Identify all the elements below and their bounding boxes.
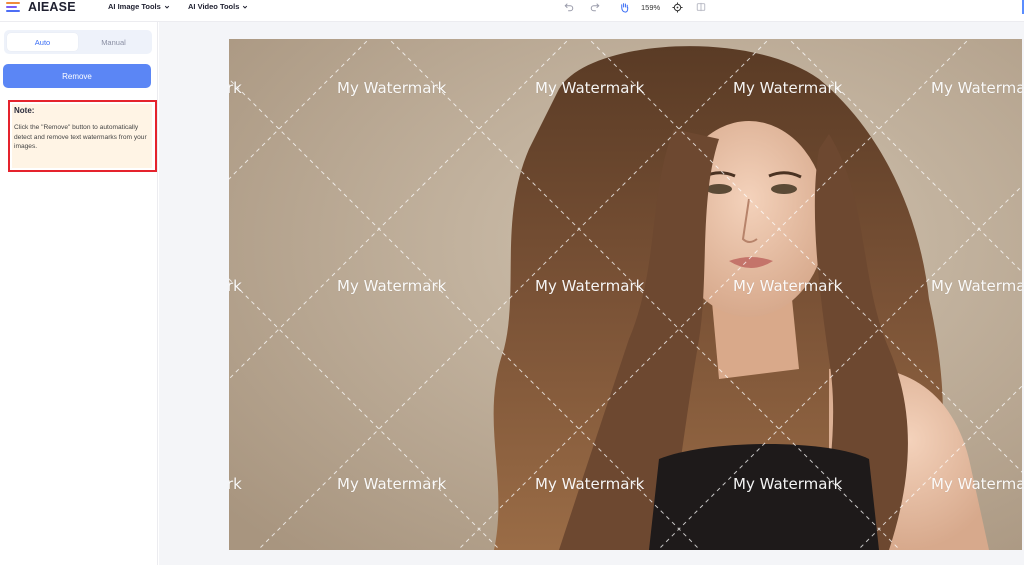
watermark-text: rk (229, 277, 242, 295)
watermark-text: My Watermark (535, 79, 645, 97)
nav-label: AI Image Tools (108, 2, 161, 11)
watermark-text: My Watermark (733, 475, 843, 493)
hand-pan-button[interactable] (618, 1, 630, 13)
top-bar: AIEASE AI Image Tools AI Video Tools 159… (0, 0, 1024, 22)
chevron-down-icon (243, 5, 248, 9)
tab-manual[interactable]: Manual (78, 33, 149, 51)
watermark-text: My Watermark (535, 277, 645, 295)
watermark-text: rk (229, 475, 242, 493)
watermark-text: My Watermark (337, 277, 447, 295)
redo-icon (590, 3, 600, 12)
redo-button[interactable] (589, 1, 601, 13)
watermark-text: My Waterma (931, 79, 1022, 97)
watermark-text: My Watermark (337, 79, 447, 97)
logo[interactable]: AIEASE (6, 0, 76, 14)
compare-button[interactable] (695, 1, 707, 13)
remove-button[interactable]: Remove (3, 64, 151, 88)
logo-icon (6, 1, 24, 13)
compare-icon (696, 2, 706, 12)
chevron-down-icon (164, 5, 169, 9)
tab-auto[interactable]: Auto (7, 33, 78, 51)
nav-ai-video-tools[interactable]: AI Video Tools (188, 2, 248, 11)
watermark-text: My Watermark (337, 475, 447, 493)
zoom-level[interactable]: 159% (641, 3, 660, 12)
note-highlight: Note: Click the "Remove" button to autom… (8, 100, 157, 172)
note-box: Note: Click the "Remove" button to autom… (12, 104, 152, 168)
nav-label: AI Video Tools (188, 2, 240, 11)
brand-name: AIEASE (28, 0, 76, 14)
note-title: Note: (14, 106, 35, 115)
undo-icon (564, 3, 574, 12)
watermark-text: My Waterma (931, 277, 1022, 295)
image-preview[interactable]: rk My Watermark My Watermark My Watermar… (229, 39, 1022, 550)
sidebar: Auto Manual Remove Note: Click the "Remo… (0, 22, 158, 565)
watermark-text: My Watermark (535, 475, 645, 493)
watermark-text: My Watermark (733, 79, 843, 97)
crosshair-icon (671, 1, 683, 13)
undo-button[interactable] (563, 1, 575, 13)
nav-ai-image-tools[interactable]: AI Image Tools (108, 2, 170, 11)
mode-tabs: Auto Manual (4, 30, 152, 54)
note-text: Click the "Remove" button to automatical… (14, 124, 147, 150)
fit-screen-button[interactable] (671, 1, 683, 13)
watermark-text: My Waterma (931, 475, 1022, 493)
watermark-text: My Watermark (733, 277, 843, 295)
canvas-area: rk My Watermark My Watermark My Watermar… (159, 22, 1024, 565)
hand-icon (620, 2, 628, 13)
watermark-text: rk (229, 79, 242, 97)
